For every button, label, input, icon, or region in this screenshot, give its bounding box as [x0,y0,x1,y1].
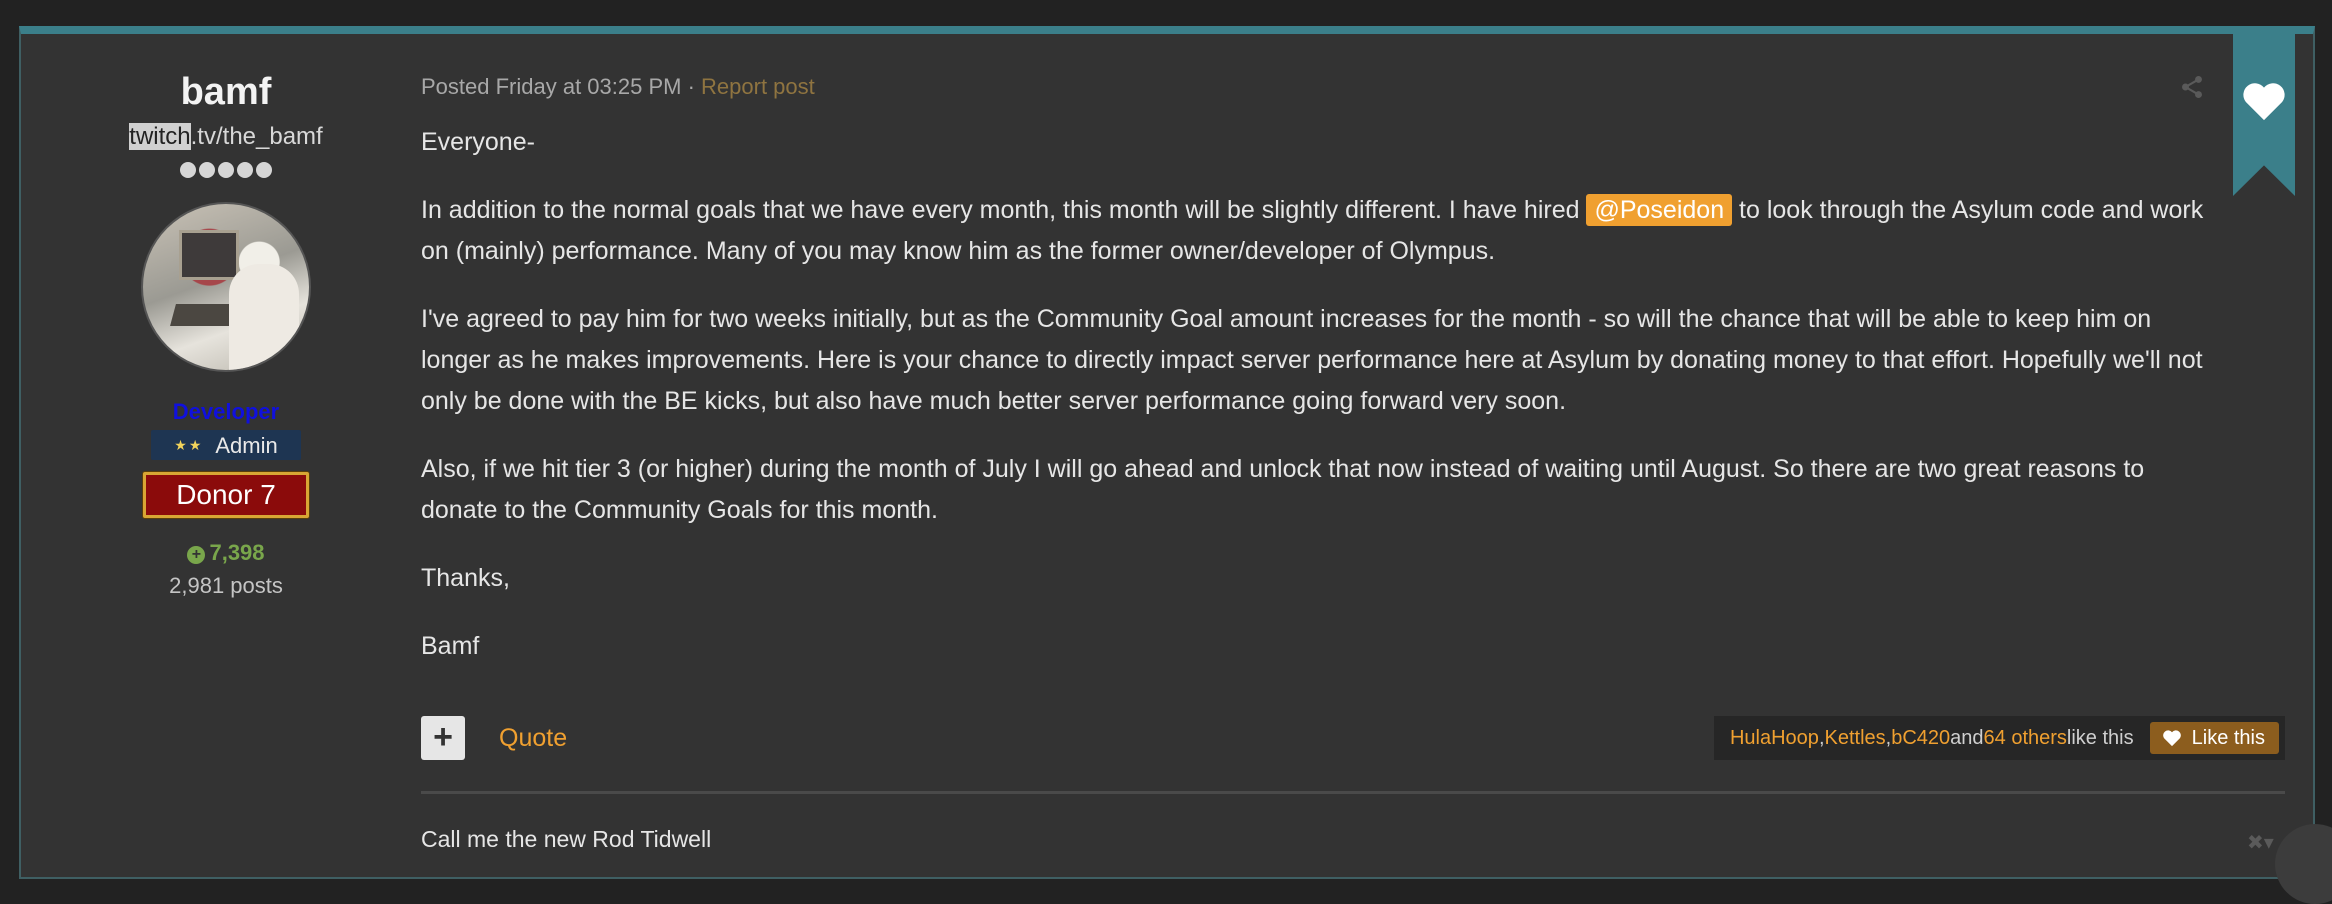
post-meta: Posted Friday at 03:25 PM · Report post [421,74,815,100]
and-text: and [1950,726,1984,749]
like-this-text: like this [2066,726,2134,749]
rank-pips [111,158,341,182]
user-mention[interactable]: @Poseidon [1586,194,1733,226]
avatar[interactable] [141,202,311,372]
rank-pip [256,162,272,178]
author-link-highlight: twitch [129,123,191,150]
author-link-rest: .tv/the_bamf [190,123,323,150]
post-body: Everyone- In addition to the normal goal… [421,122,2211,694]
rank-pip [199,162,215,178]
post-paragraph: I've agreed to pay him for two weeks ini… [421,305,2203,415]
heart-icon [2243,83,2285,121]
meta-separator: · [681,74,702,99]
liker-link[interactable]: bC420 [1891,727,1950,750]
plus-circle-icon: + [187,546,206,564]
avatar-monitor [179,230,239,280]
group-title: Developer [172,399,280,424]
admin-badge-label: Admin [215,433,278,458]
report-post-link[interactable]: Report post [701,74,815,99]
quote-button[interactable]: Quote [499,724,567,753]
post-paragraph: Everyone- [421,128,535,156]
rank-pip [180,162,196,178]
forum-post: bamf twitch.tv/the_bamf Developer ★★ Admi… [19,26,2332,904]
liker-link[interactable]: Kettles [1825,727,1886,750]
signature: Call me the new Rod Tidwell [421,826,712,852]
post-paragraph: Also, if we hit tier 3 (or higher) durin… [421,455,2145,524]
admin-badge: ★★ Admin [151,430,301,460]
rank-pip [218,162,234,178]
like-button[interactable]: Like this [2149,722,2279,754]
avatar-figure [229,264,299,370]
liker-link[interactable]: HulaHoop [1730,727,1819,750]
text-fragment: In addition to the normal goals that we … [421,196,1587,224]
post-paragraph: Bamf [421,632,480,660]
like-ribbon [2233,26,2295,196]
donor-badge: Donor 7 [143,472,309,518]
post-count: 2,981 posts [169,573,283,598]
avatar-keyboard [170,304,238,326]
scroll-corner [2275,824,2332,904]
star-icon: ★★ [174,437,204,453]
reputation-value: 7,398 [209,540,265,565]
post-actions: + Quote HulaHoop, Kettles, bC420 and 64 … [421,716,2285,760]
signature-options-icon[interactable]: ✖▾ [2247,830,2274,855]
post-paragraph: In addition to the normal goals that we … [421,190,2211,272]
rank-pip [237,162,253,178]
reputation: +7,398 [111,540,341,566]
post-date[interactable]: Posted Friday at 03:25 PM [421,74,681,99]
author-name[interactable]: bamf [111,70,341,114]
signature-divider [421,791,2285,794]
author-panel: bamf twitch.tv/the_bamf Developer ★★ Admi… [111,70,341,600]
like-button-label: Like this [2191,726,2265,749]
author-link[interactable]: twitch.tv/the_bamf [111,122,341,152]
others-link[interactable]: 64 others [1984,727,2067,750]
share-icon[interactable] [2179,74,2205,100]
heart-icon [2162,730,2181,747]
multiquote-button[interactable]: + [421,716,465,760]
post-paragraph: Thanks, [421,564,510,592]
likes-summary: HulaHoop, Kettles, bC420 and 64 others l… [1713,716,2285,760]
